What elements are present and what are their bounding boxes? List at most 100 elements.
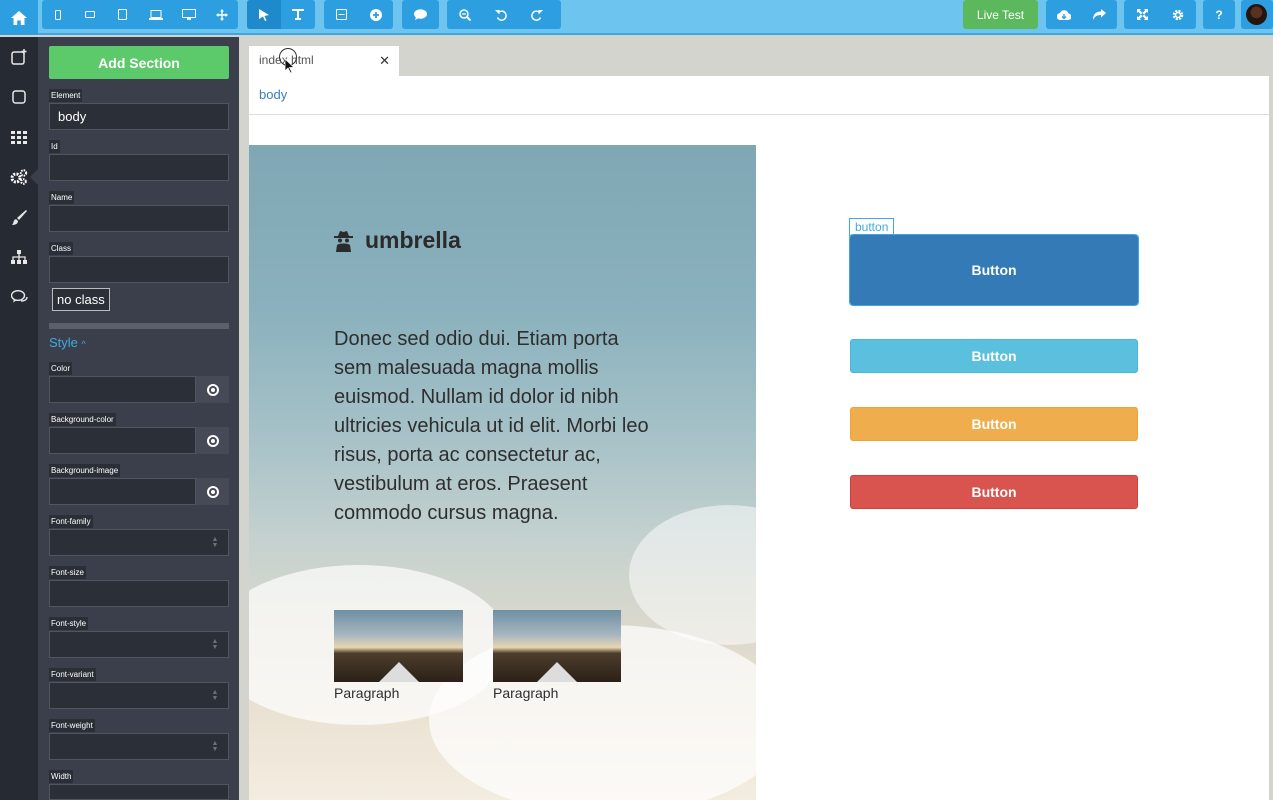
gear-icon bbox=[1172, 9, 1184, 20]
target-icon bbox=[206, 383, 219, 396]
font-size-field[interactable] bbox=[49, 580, 229, 607]
id-field[interactable] bbox=[49, 154, 229, 181]
font-family-label: Font-family bbox=[49, 515, 93, 528]
rail-add-element[interactable] bbox=[0, 37, 38, 77]
name-field[interactable] bbox=[49, 205, 229, 232]
section-icon bbox=[335, 9, 347, 20]
brand[interactable]: umbrella bbox=[334, 227, 461, 254]
section-button[interactable] bbox=[324, 0, 358, 29]
element-label: Element bbox=[49, 89, 83, 102]
left-icon-rail bbox=[0, 37, 38, 800]
thumbnail-image[interactable] bbox=[493, 610, 621, 682]
no-class-tag[interactable]: no class bbox=[52, 288, 110, 311]
square-icon bbox=[12, 90, 26, 104]
cloud-download-icon bbox=[1057, 9, 1071, 20]
page-preview[interactable]: umbrella Donec sed odio dui. Etiam porta… bbox=[249, 115, 1269, 800]
mobile-portrait-icon bbox=[55, 9, 61, 20]
background-color-picker-button[interactable] bbox=[196, 427, 229, 454]
comment-button[interactable] bbox=[402, 0, 439, 29]
zoom-out-button[interactable] bbox=[447, 0, 483, 29]
select-arrows-icon: ▲ ▼ bbox=[211, 638, 219, 651]
spy-icon bbox=[334, 230, 353, 252]
primary-button[interactable]: Button bbox=[849, 234, 1139, 306]
hero-section[interactable]: umbrella Donec sed odio dui. Etiam porta… bbox=[249, 145, 756, 800]
thumbnail-caption[interactable]: Paragraph bbox=[334, 685, 399, 701]
id-label: Id bbox=[49, 140, 60, 153]
desktop-icon bbox=[181, 8, 196, 20]
mobile-portrait-button[interactable] bbox=[42, 0, 74, 29]
select-tool-button[interactable] bbox=[247, 0, 281, 29]
mobile-landscape-button[interactable] bbox=[74, 0, 106, 29]
element-field[interactable]: body bbox=[49, 103, 229, 130]
style-heading: Style bbox=[49, 335, 78, 350]
avatar[interactable] bbox=[1246, 4, 1267, 25]
download-button[interactable] bbox=[1046, 0, 1082, 29]
warning-button[interactable]: Button bbox=[850, 407, 1138, 441]
chat-icon bbox=[10, 290, 28, 303]
view-toolbar-group bbox=[1124, 0, 1196, 29]
info-button[interactable]: Button bbox=[850, 339, 1138, 373]
breadcrumb: body bbox=[249, 76, 1269, 115]
fullwidth-button[interactable] bbox=[205, 0, 238, 29]
grid-icon bbox=[11, 130, 27, 144]
font-style-select[interactable]: ▲ ▼ bbox=[49, 631, 229, 658]
top-toolbar: Live Test ? bbox=[0, 0, 1273, 35]
background-color-field[interactable] bbox=[49, 427, 196, 454]
font-variant-label: Font-variant bbox=[49, 668, 96, 681]
color-field[interactable] bbox=[49, 376, 196, 403]
thumbnail-caption[interactable]: Paragraph bbox=[493, 685, 558, 701]
close-icon[interactable]: ✕ bbox=[379, 53, 390, 69]
font-weight-label: Font-weight bbox=[49, 719, 95, 732]
rail-grid[interactable] bbox=[0, 117, 38, 157]
rail-structure[interactable] bbox=[0, 237, 38, 277]
file-tab[interactable]: index.html ✕ bbox=[249, 46, 399, 76]
font-weight-select[interactable]: ▲ ▼ bbox=[49, 733, 229, 760]
rail-blocks[interactable] bbox=[0, 77, 38, 117]
home-button[interactable] bbox=[0, 0, 38, 35]
redo-icon bbox=[531, 9, 543, 21]
live-test-button[interactable]: Live Test bbox=[963, 0, 1038, 29]
pointer-icon bbox=[259, 8, 269, 21]
laptop-button[interactable] bbox=[139, 0, 172, 29]
background-image-picker-button[interactable] bbox=[196, 478, 229, 505]
font-variant-select[interactable]: ▲ ▼ bbox=[49, 682, 229, 709]
background-color-label: Background-color bbox=[49, 413, 116, 426]
tablet-button[interactable] bbox=[106, 0, 139, 29]
background-image-label: Background-image bbox=[49, 464, 121, 477]
add-button[interactable] bbox=[358, 0, 393, 29]
rail-settings[interactable] bbox=[0, 157, 38, 197]
background-image-field[interactable] bbox=[49, 478, 196, 505]
settings-button[interactable] bbox=[1160, 0, 1196, 29]
fullscreen-button[interactable] bbox=[1124, 0, 1160, 29]
redo-button[interactable] bbox=[519, 0, 555, 29]
share-button[interactable] bbox=[1082, 0, 1117, 29]
road-graphic bbox=[378, 662, 419, 682]
device-toolbar-group bbox=[42, 0, 238, 29]
rail-comments[interactable] bbox=[0, 277, 38, 317]
danger-button[interactable]: Button bbox=[850, 475, 1138, 509]
add-section-button[interactable]: Add Section bbox=[49, 46, 229, 79]
select-arrows-icon: ▲ ▼ bbox=[211, 689, 219, 702]
history-toolbar-group bbox=[447, 0, 561, 29]
add-element-icon bbox=[11, 49, 27, 65]
undo-button[interactable] bbox=[483, 0, 519, 29]
style-section-toggle[interactable]: Style ^ bbox=[49, 335, 86, 350]
color-picker-button[interactable] bbox=[196, 376, 229, 403]
text-tool-button[interactable] bbox=[281, 0, 315, 29]
width-field[interactable] bbox=[49, 784, 229, 800]
font-family-select[interactable]: ▲ ▼ bbox=[49, 529, 229, 556]
thumbnail-image[interactable] bbox=[334, 610, 463, 682]
rail-styles[interactable] bbox=[0, 197, 38, 237]
tool-toolbar-group bbox=[247, 0, 315, 29]
selected-element-tag: button bbox=[849, 218, 895, 236]
target-icon bbox=[206, 485, 219, 498]
width-label: Width bbox=[49, 770, 74, 783]
help-button[interactable]: ? bbox=[1203, 0, 1235, 29]
hero-paragraph[interactable]: Donec sed odio dui. Etiam porta sem male… bbox=[334, 325, 659, 528]
breadcrumb-item-body[interactable]: body bbox=[259, 87, 287, 102]
brush-icon bbox=[11, 209, 27, 225]
class-field[interactable] bbox=[49, 256, 229, 283]
fullscreen-icon bbox=[1136, 9, 1148, 20]
undo-icon bbox=[495, 9, 507, 21]
desktop-button[interactable] bbox=[172, 0, 205, 29]
